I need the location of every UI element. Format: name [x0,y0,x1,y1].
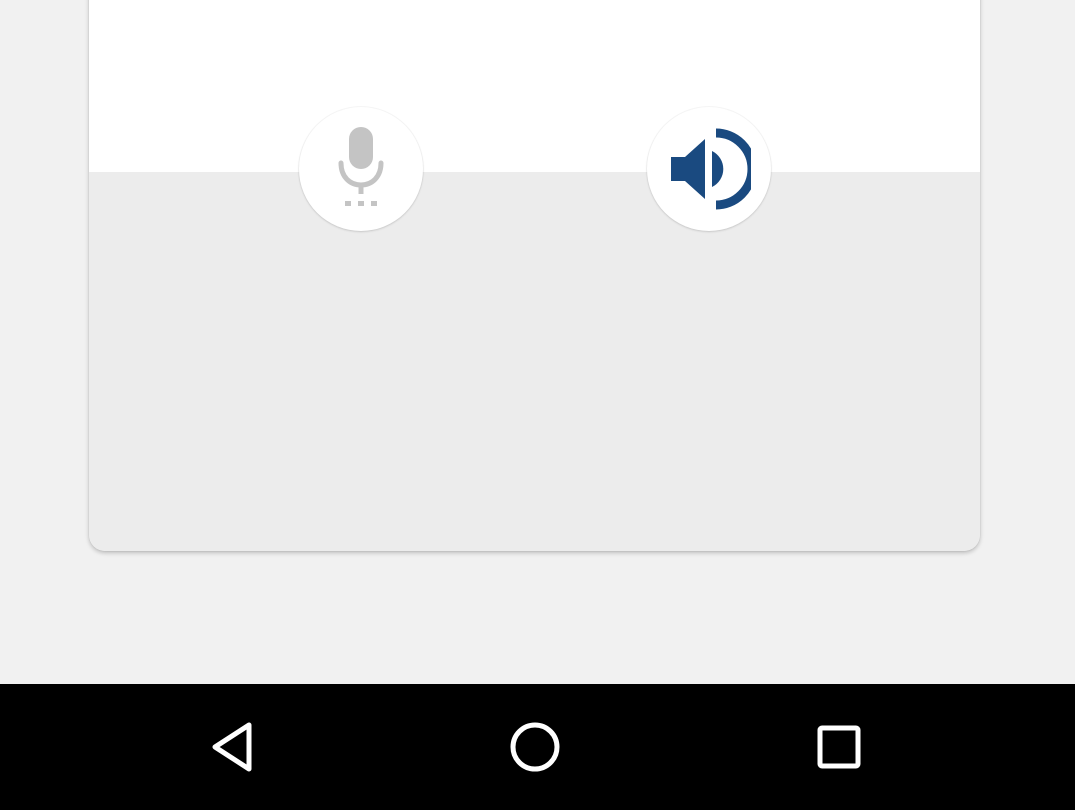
back-button[interactable] [198,712,268,782]
card-top-panel [89,0,980,172]
speaker-icon [671,128,751,210]
recents-button[interactable] [804,712,874,782]
microphone-button[interactable] [299,107,423,231]
mic-icon [338,127,384,206]
conversation-card [89,0,980,551]
home-circle-icon [510,722,560,772]
card-bottom-panel [89,172,980,551]
app-screen [0,0,1075,810]
back-triangle-icon [212,722,252,772]
speaker-button[interactable] [647,107,771,231]
home-button[interactable] [500,712,570,782]
navigation-bar [0,684,1075,810]
recents-square-icon [817,725,861,769]
